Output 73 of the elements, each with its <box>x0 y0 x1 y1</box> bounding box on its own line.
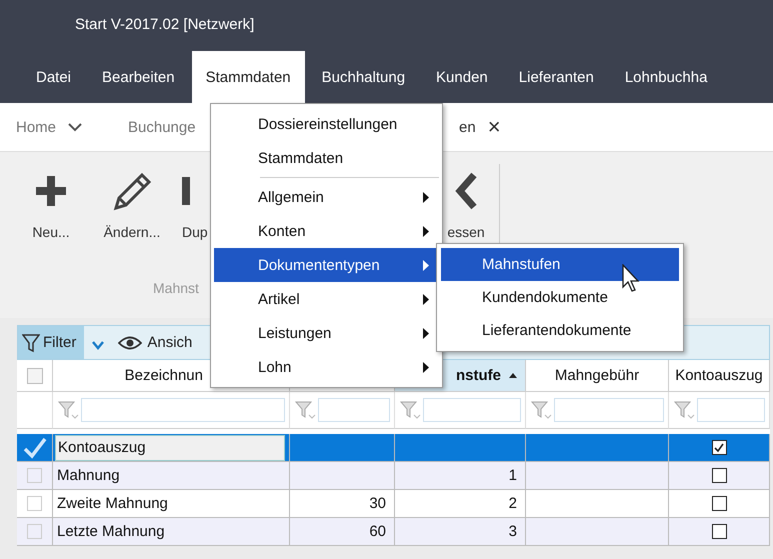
filter-field[interactable] <box>423 398 521 422</box>
filter-field[interactable] <box>81 398 285 422</box>
checkbox[interactable] <box>712 468 726 483</box>
checkmark-icon[interactable] <box>22 436 48 460</box>
chevron-down-icon[interactable] <box>68 122 82 132</box>
menu-item[interactable]: Kunden <box>422 51 502 103</box>
menu-item[interactable]: Bearbeiten <box>88 51 189 103</box>
close-icon[interactable]: × <box>488 114 501 140</box>
ribbon-button[interactable]: Neu... <box>26 170 76 250</box>
table-cell-text: Mahnung <box>57 467 121 484</box>
window-title: Start V-2017.02 [Netzwerk] <box>75 16 254 32</box>
menu-item[interactable]: Lieferantendokumente <box>441 314 679 347</box>
checkbox[interactable] <box>712 524 726 539</box>
select-all-checkbox[interactable] <box>26 368 42 384</box>
filter-icon[interactable] <box>399 399 421 421</box>
submenu-arrow-icon <box>423 294 429 304</box>
checkbox[interactable] <box>712 496 726 511</box>
ribbon-button[interactable]: essen <box>443 170 489 250</box>
ribbon-button[interactable]: Ändern... <box>96 170 168 250</box>
mouse-pointer-icon <box>622 264 642 294</box>
submenu-arrow-icon <box>423 328 429 338</box>
filter-button[interactable]: Filter <box>18 326 84 359</box>
menu-item[interactable]: Konten <box>214 214 439 248</box>
filter-field[interactable] <box>697 398 765 422</box>
view-button[interactable]: Ansich <box>112 333 198 352</box>
row-selector-cell[interactable] <box>17 518 53 546</box>
tab[interactable]: Buchunge <box>128 103 210 151</box>
menu-item[interactable]: Kundendokumente <box>441 281 679 314</box>
menu-item[interactable]: Datei <box>22 51 86 103</box>
sort-ascending-icon <box>509 373 517 378</box>
eye-icon <box>118 336 142 350</box>
row-selector-cell[interactable] <box>17 462 53 490</box>
column-header[interactable]: Kontoauszug <box>669 360 770 392</box>
submenu-arrow-icon <box>423 260 429 270</box>
row-checkbox[interactable] <box>27 496 42 511</box>
chevron-down-icon[interactable] <box>92 340 104 350</box>
table-cell-text: Zweite Mahnung <box>57 495 169 512</box>
table-cell-text: Letzte Mahnung <box>57 523 166 540</box>
row-checkbox[interactable] <box>27 468 42 483</box>
filter-icon[interactable] <box>530 399 552 421</box>
menu-item[interactable]: Lohnbuchha <box>610 51 722 103</box>
row-checkbox[interactable] <box>27 524 42 539</box>
tab[interactable]: Home <box>0 103 128 151</box>
table-cell: 60 <box>290 518 395 546</box>
menu-item[interactable]: Mahnstufen <box>441 248 679 281</box>
menu-item[interactable]: Artikel <box>214 282 439 316</box>
filter-icon <box>22 332 40 352</box>
submenu-arrow-icon <box>423 192 429 202</box>
ribbon-group-label: Mahnst <box>153 280 199 296</box>
menu-item[interactable]: Dossiereinstellungen <box>214 107 439 141</box>
pencil-icon <box>112 170 152 212</box>
menu-item[interactable]: Allgemein <box>214 180 439 214</box>
menu-item[interactable]: Leistungen <box>214 316 439 350</box>
row-selector-cell[interactable] <box>17 434 53 462</box>
table-cell: 1 <box>395 462 526 490</box>
menu-item[interactable]: Stammdaten <box>214 141 439 175</box>
checkbox[interactable] <box>712 440 726 455</box>
table-cell: Kontoauszug <box>55 434 285 460</box>
chevron-left-icon <box>454 170 478 212</box>
column-header[interactable]: Mahngebühr <box>526 360 669 392</box>
filter-field[interactable] <box>318 398 390 422</box>
menu-item[interactable]: Dokumententypen <box>214 248 439 282</box>
menu-item[interactable]: Buchhaltung <box>308 51 420 103</box>
filter-icon[interactable] <box>294 399 316 421</box>
filter-icon[interactable] <box>673 399 695 421</box>
menu-item[interactable]: Lieferanten <box>504 51 608 103</box>
filter-field[interactable] <box>554 398 664 422</box>
menu-item[interactable]: Stammdaten <box>192 51 305 103</box>
filter-icon[interactable] <box>57 399 79 421</box>
submenu-arrow-icon <box>423 362 429 372</box>
table-cell: 3 <box>395 518 526 546</box>
ribbon-button[interactable]: Dup <box>182 170 208 250</box>
submenu-arrow-icon <box>423 226 429 236</box>
